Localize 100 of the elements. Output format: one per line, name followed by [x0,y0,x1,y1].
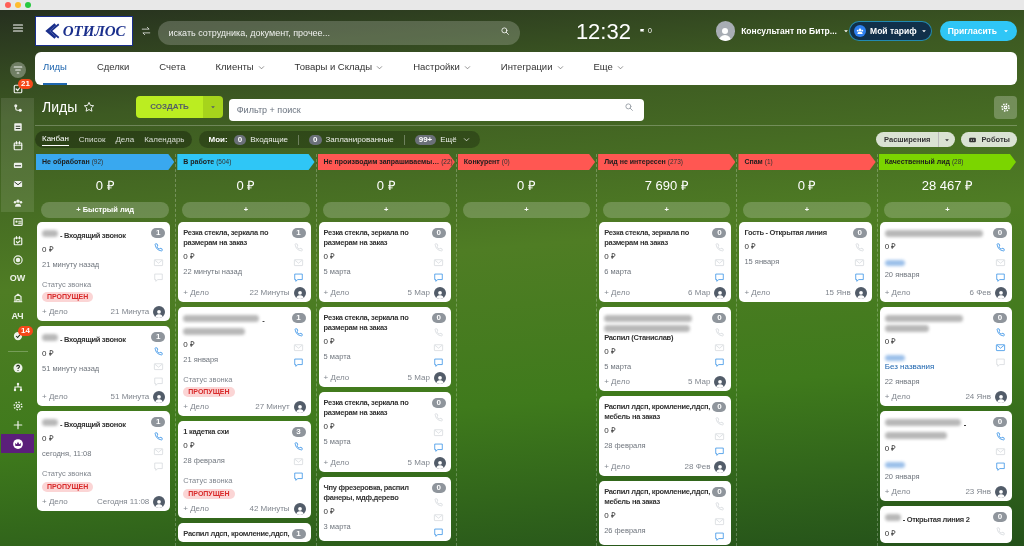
activity-counter: 1 [291,312,306,323]
clock: 12:32 [575,17,631,46]
lead-amount: 0 ₽ [323,505,337,518]
add-task-link[interactable]: + Дело [42,495,68,508]
responsible-avatar[interactable] [433,456,446,469]
sidebar-item[interactable]: 14 [1,326,34,345]
user-avatar[interactable] [715,21,736,41]
counter-filter[interactable]: 0 Запланированные [309,133,394,146]
activity-counter: 1 [291,528,306,539]
company-logo[interactable]: ОТИЛОС [35,16,134,46]
nav-tab[interactable]: Интеграции [500,52,564,85]
responsible-avatar[interactable] [714,286,727,299]
settings-icon [11,399,24,412]
add-task-link[interactable]: + Дело [884,390,911,403]
contact-link[interactable]: Без названия [884,360,991,373]
responsible-avatar[interactable] [433,286,446,299]
lead-amount: 0 ₽ [604,509,617,522]
nav-tab[interactable]: Сделки [96,52,130,85]
nav-tab[interactable]: Клиенты [215,52,265,85]
add-task-link[interactable]: + Дело [884,486,911,498]
person-icon [715,462,726,473]
add-task-link[interactable]: + Дело [323,286,350,299]
target-icon [11,253,24,266]
filter-field[interactable]: Фильтр + поиск [228,99,644,121]
counter-filter[interactable]: 0 Входящие [233,133,289,146]
tariff-button[interactable]: Мой тариф [849,21,932,41]
crown-icon [11,437,24,450]
person-icon [434,373,445,384]
sidebar-item[interactable]: 21 [1,79,34,98]
view-tab[interactable]: Календарь [144,133,185,146]
sitemap-icon [11,380,24,393]
view-tab[interactable]: Дела [115,133,135,146]
view-tab[interactable]: Канбан [42,133,69,146]
nav-tab[interactable]: Настройки [413,52,471,85]
responsible-avatar[interactable] [153,391,166,403]
responsible-avatar[interactable] [995,286,1007,299]
page-title: Лиды [42,97,78,117]
settings-icon [1000,101,1011,113]
view-tab[interactable]: Список [78,133,106,146]
add-task-link[interactable]: + Дело [323,456,350,469]
sidebar-item[interactable] [1,434,34,453]
add-task-link[interactable]: + Дело [42,391,68,403]
person-icon [154,308,165,318]
add-task-link[interactable]: + Дело [183,286,209,299]
activity-time: 27 Минут [255,401,290,413]
responsible-avatar[interactable] [153,306,166,318]
lead-amount: 0 ₽ [604,424,617,437]
activity-counter: 0 [993,312,1007,323]
lead-amount: 0 ₽ [42,243,55,256]
add-task-link[interactable]: + Дело [744,286,771,299]
activity-time: 15 Янв [825,286,851,299]
lead-amount: 0 ₽ [604,345,617,358]
add-task-link[interactable]: + Дело [42,306,68,318]
activity-time: 24 Янв [965,390,991,403]
responsible-avatar[interactable] [293,401,306,413]
create-button[interactable]: СОЗДАТЬ [136,96,203,118]
add-task-link[interactable]: + Дело [183,401,209,413]
user-menu[interactable]: Консультант по Битр... [741,24,850,38]
responsible-avatar[interactable] [995,486,1007,498]
responsible-avatar[interactable] [995,390,1007,403]
calendar-icon [11,139,24,152]
caret-icon [920,28,927,34]
sidebar-item[interactable]: OW [1,269,34,288]
responsible-avatar[interactable] [153,495,166,508]
notification-badge: 14 [18,326,33,336]
stage-sum: 0 ₽ [94,177,116,195]
activity-counter: 1 [151,332,166,342]
activity-time: 5 Мар [407,286,430,299]
sidebar-item[interactable]: АЧ [1,307,34,326]
activity-counter: 0 [431,312,446,323]
responsible-avatar[interactable] [854,286,867,299]
activity-time: 6 Фев [969,286,991,299]
create-menu-button[interactable] [202,96,223,118]
settings-button[interactable] [994,95,1017,119]
activity-time: 6 Мар [688,286,711,299]
responsible-avatar[interactable] [293,502,306,515]
person-icon [434,458,445,469]
responsible-avatar[interactable] [293,286,306,299]
lead-amount: 0 ₽ [884,335,898,348]
lead-amount: 0 ₽ [884,528,898,540]
menu-icon [11,22,24,34]
nav-tab[interactable]: Товары и Склады [294,52,384,85]
add-task-link[interactable]: + Дело [183,502,209,515]
lead-amount: 0 ₽ [323,420,337,433]
counter-filter[interactable]: 99+ Ещё [414,133,457,146]
nav-tab[interactable]: Лиды [43,52,67,85]
nav-tab[interactable]: Счета [159,52,186,85]
responsible-avatar[interactable] [714,460,727,473]
add-task-link[interactable]: + Дело [323,371,350,384]
stage-sum: 28 467 ₽ [920,177,975,195]
add-task-link[interactable]: + Дело [604,460,630,473]
activity-counter: 0 [852,227,867,238]
responsible-avatar[interactable] [714,375,727,388]
activity-time: 21 Минута [110,306,150,318]
responsible-avatar[interactable] [433,371,446,384]
add-task-link[interactable]: + Дело [884,286,911,299]
add-task-link[interactable]: + Дело [604,286,630,299]
nav-tab[interactable]: Еще [593,52,624,85]
person-icon [294,288,305,299]
add-task-link[interactable]: + Дело [604,375,630,388]
